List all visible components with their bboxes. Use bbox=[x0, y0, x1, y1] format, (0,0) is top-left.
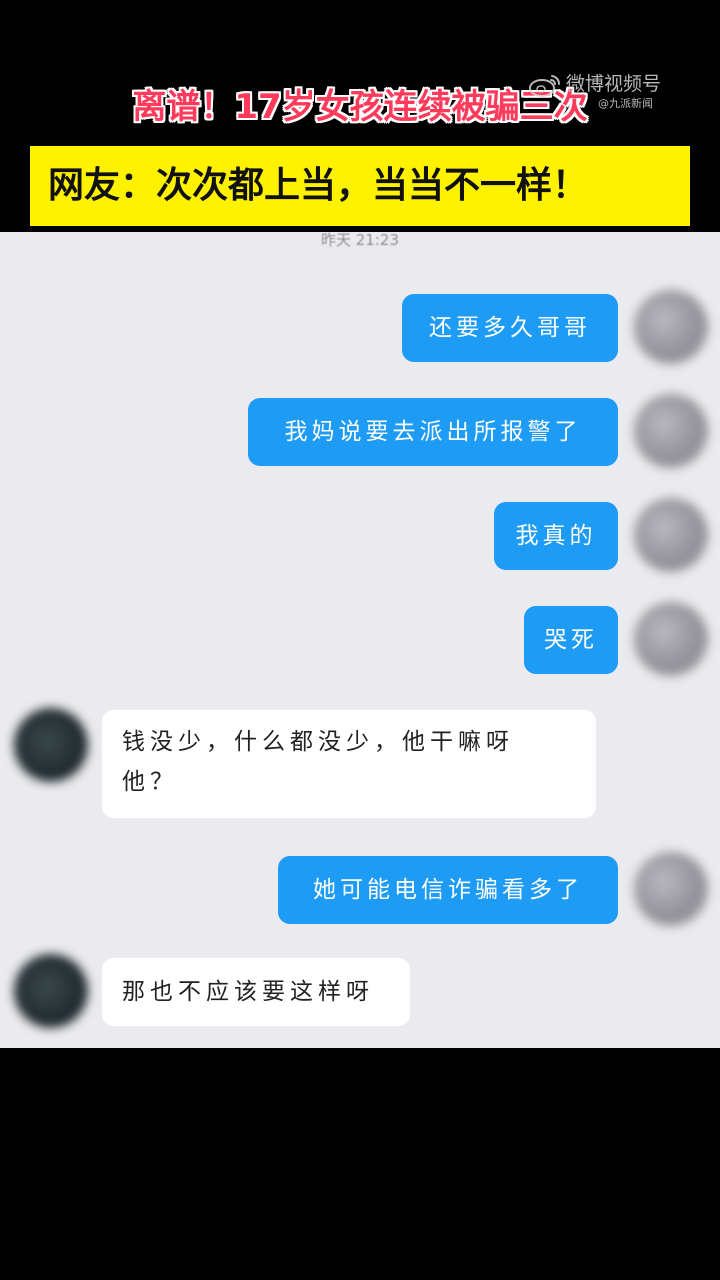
self-avatar bbox=[634, 290, 708, 364]
weibo-watermark: 微博视频号 @九派新闻 bbox=[528, 70, 698, 116]
self-avatar bbox=[634, 498, 708, 572]
self-avatar bbox=[634, 394, 708, 468]
message-line: 那也不应该要这样呀 bbox=[122, 979, 374, 1005]
contact-avatar bbox=[14, 954, 88, 1028]
weibo-logo-icon bbox=[529, 75, 561, 97]
message-bubble-received: 那也不应该要这样呀 bbox=[102, 958, 410, 1026]
message-line: 钱没少，什么都没少，他干嘛呀 bbox=[122, 729, 514, 755]
self-avatar bbox=[634, 602, 708, 676]
message-bubble-sent: 我妈说要去派出所报警了 bbox=[248, 398, 618, 466]
message-bubble-received: 钱没少，什么都没少，他干嘛呀 他？ bbox=[102, 710, 596, 818]
message-bubble-sent: 哭死 bbox=[524, 606, 618, 674]
contact-avatar bbox=[14, 708, 88, 782]
watermark-source: @九派新闻 bbox=[598, 97, 653, 110]
video-bottom-letterbox bbox=[0, 1048, 720, 1280]
self-avatar bbox=[634, 852, 708, 926]
message-line: 他？ bbox=[122, 769, 178, 795]
message-bubble-sent: 还要多久哥哥 bbox=[402, 294, 618, 362]
chat-screenshot: 昨天 21:23 还要多久哥哥 我妈说要去派出所报警了 我真的 哭死 钱没少，什… bbox=[0, 232, 720, 1048]
message-bubble-sent: 她可能电信诈骗看多了 bbox=[278, 856, 618, 924]
message-bubble-sent: 我真的 bbox=[494, 502, 618, 570]
chat-timestamp: 昨天 21:23 bbox=[321, 232, 399, 249]
video-frame: 离谱！17岁女孩连续被骗三次 微博视频号 @九派新闻 网友：次次都上当，当当不一… bbox=[0, 0, 720, 1280]
video-subheadline: 网友：次次都上当，当当不一样！ bbox=[48, 165, 589, 206]
video-subheadline-banner: 网友：次次都上当，当当不一样！ bbox=[30, 146, 690, 226]
watermark-title: 微博视频号 bbox=[566, 73, 662, 95]
